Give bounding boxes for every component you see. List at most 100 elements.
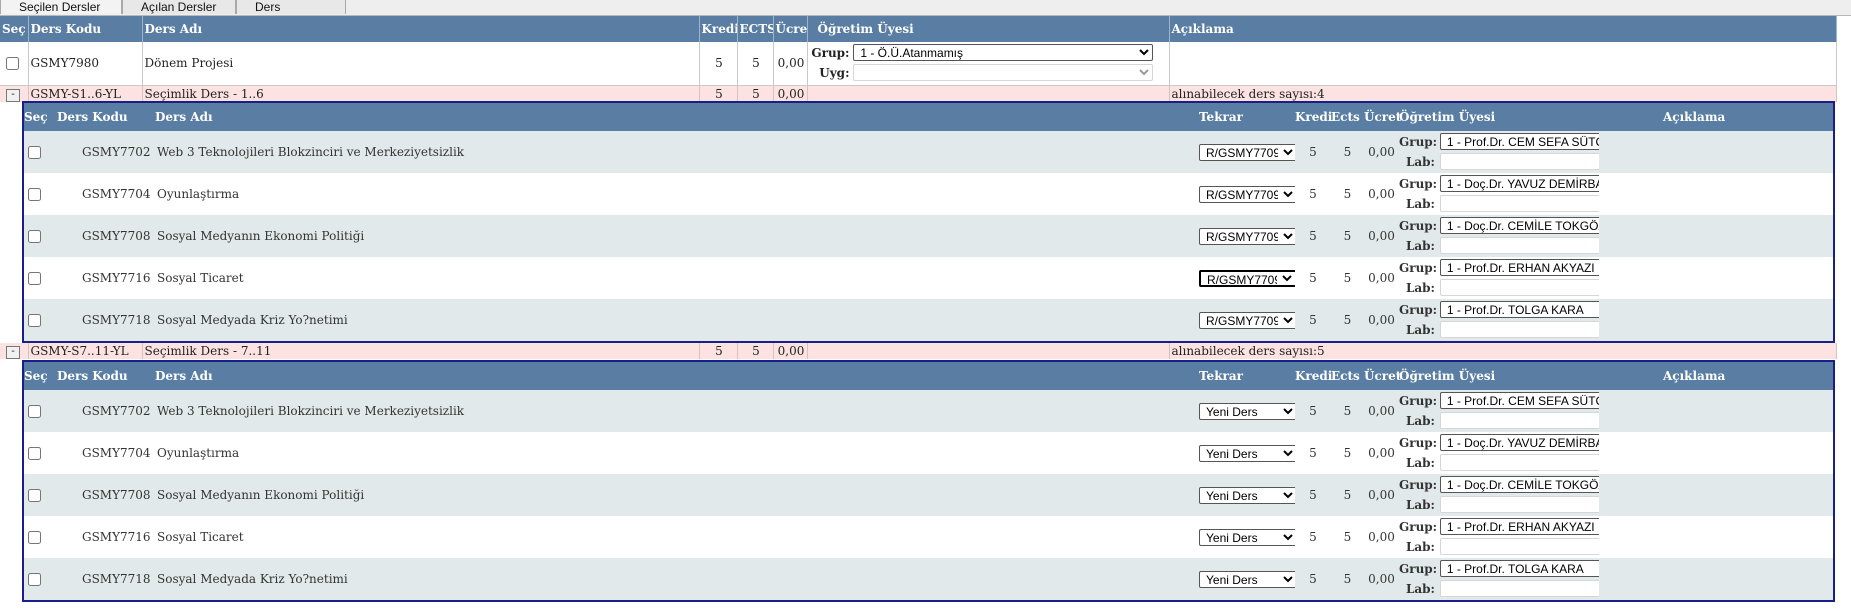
select-checkbox[interactable]: [28, 272, 41, 285]
select-checkbox[interactable]: [28, 531, 41, 544]
course-kredi: 5: [1295, 215, 1331, 257]
select-checkbox[interactable]: [28, 405, 41, 418]
select-checkbox[interactable]: [28, 188, 41, 201]
instructor-cell: Grup: 1 - Doç.Dr. CEMİLE TOKGÖZ ŞA Lab:: [1399, 215, 1599, 257]
course-code: GSMY7708: [44, 474, 155, 516]
lab-select[interactable]: [1439, 496, 1599, 513]
lab-label: Lab:: [1405, 281, 1435, 295]
course-ucret: 0,00: [1364, 516, 1399, 558]
tab-ders-programi[interactable]: Ders Programı: [236, 0, 346, 28]
select-checkbox[interactable]: [28, 489, 41, 502]
tekrar-select[interactable]: R/GSMY7709: [1199, 227, 1295, 245]
course-ects: 5: [1331, 257, 1364, 299]
course-aciklama: [1599, 215, 1833, 257]
grup-select[interactable]: 1 - Ö.Ü.Atanmamış: [853, 44, 1154, 62]
tekrar-select[interactable]: Yeni Ders: [1199, 486, 1295, 504]
course-aciklama: [1599, 299, 1833, 341]
course-name: Sosyal Medyada Kriz Yo?netimi: [155, 299, 1199, 341]
grup-select[interactable]: 1 - Prof.Dr. CEM SEFA SÜTCÜ: [1439, 392, 1599, 409]
course-name: Oyunlaştırma: [155, 432, 1199, 474]
tekrar-select[interactable]: R/GSMY7709: [1199, 185, 1295, 203]
course-aciklama: [1599, 516, 1833, 558]
header-aciklama: Açıklama: [1169, 16, 1837, 42]
grup-select[interactable]: 1 - Doç.Dr. CEMİLE TOKGÖZ ŞA: [1439, 217, 1599, 234]
course-ects: 5: [1331, 474, 1364, 516]
course-kredi: 5: [1295, 390, 1331, 432]
tekrar-select[interactable]: Yeni Ders: [1199, 570, 1295, 588]
header-aciklama: Açıklama: [1599, 362, 1833, 390]
collapse-toggle[interactable]: -: [6, 346, 20, 359]
grup-select[interactable]: 1 - Doç.Dr. YAVUZ DEMİRBAŞ: [1439, 434, 1599, 451]
group-code: GSMY-S7..11-YL: [28, 343, 143, 359]
course-kredi: 5: [1295, 131, 1331, 173]
tab-secilen-dersler[interactable]: Seçilen Dersler: [0, 0, 122, 14]
select-checkbox[interactable]: [28, 146, 41, 159]
grup-select[interactable]: 1 - Prof.Dr. TOLGA KARA: [1439, 560, 1599, 577]
tekrar-select[interactable]: R/GSMY7709: [1199, 143, 1295, 161]
lab-label: Lab:: [1405, 498, 1435, 512]
course-aciklama: [1599, 474, 1833, 516]
select-checkbox[interactable]: [28, 573, 41, 586]
group-ucret: 0,00: [773, 85, 808, 102]
lab-select[interactable]: [1439, 237, 1599, 254]
course-row: GSMY7716 Sosyal Ticaret Yeni Ders 5 5 0,00 Gru…: [24, 516, 1833, 558]
course-aciklama: [1599, 390, 1833, 432]
grup-select[interactable]: 1 - Doç.Dr. CEMİLE TOKGÖZ ŞA: [1439, 476, 1599, 493]
tekrar-select[interactable]: R/GSMY7709: [1199, 311, 1295, 329]
lab-select[interactable]: [1439, 454, 1599, 471]
lab-select[interactable]: [1439, 412, 1599, 429]
collapse-toggle[interactable]: -: [6, 88, 20, 102]
tab-acilan-dersler[interactable]: Açılan Dersler: [122, 0, 236, 14]
grup-select[interactable]: 1 - Prof.Dr. CEM SEFA SÜTCÜ: [1439, 133, 1599, 150]
table-header: Seç Ders Kodu Ders Adı Kredi ECTS Ücret …: [0, 16, 1837, 42]
course-ucret: 0,00: [1364, 390, 1399, 432]
tekrar-select[interactable]: R/GSMY7709: [1199, 269, 1295, 287]
lab-select[interactable]: [1439, 195, 1599, 212]
course-code: GSMY7716: [44, 257, 155, 299]
tekrar-select[interactable]: Yeni Ders: [1199, 528, 1295, 546]
select-checkbox[interactable]: [6, 57, 19, 71]
course-ects: 5: [1331, 173, 1364, 215]
course-name: Dönem Projesi: [142, 42, 700, 86]
select-checkbox[interactable]: [28, 447, 41, 460]
lab-select[interactable]: [1439, 321, 1599, 338]
uyg-select[interactable]: [853, 64, 1154, 82]
course-name: Sosyal Medyanın Ekonomi Politiği: [155, 215, 1199, 257]
course-row: GSMY7718 Sosyal Medyada Kriz Yo?netimi Yen…: [24, 558, 1833, 600]
grup-select[interactable]: 1 - Prof.Dr. ERHAN AKYAZI: [1439, 259, 1599, 276]
grup-select[interactable]: 1 - Doç.Dr. YAVUZ DEMİRBAŞ: [1439, 175, 1599, 192]
instructor-cell: Grup: 1 - Ö.Ü.Atanmamış Uyg:: [807, 42, 1170, 86]
grup-label: Grup:: [1399, 562, 1438, 576]
grup-label: Grup:: [1399, 478, 1438, 492]
course-code: GSMY7702: [44, 390, 155, 432]
instructor-cell: Grup: 1 - Doç.Dr. YAVUZ DEMİRBAŞ Lab:: [1399, 173, 1599, 215]
course-code: GSMY7704: [44, 173, 155, 215]
header-sec: Seç: [24, 362, 48, 390]
select-checkbox[interactable]: [28, 314, 41, 327]
lab-label: Lab:: [1405, 414, 1435, 428]
tekrar-select[interactable]: Yeni Ders: [1199, 444, 1295, 462]
lab-select[interactable]: [1439, 279, 1599, 296]
group-code: GSMY-S1..6-YL: [28, 85, 143, 102]
header-sec: Seç: [24, 103, 48, 131]
instructor-cell: Grup: 1 - Prof.Dr. CEM SEFA SÜTCÜ Lab:: [1399, 131, 1599, 173]
instructor-cell: Grup: 1 - Prof.Dr. CEM SEFA SÜTCÜ Lab:: [1399, 390, 1599, 432]
header-ders-adi: Ders Adı: [155, 362, 1199, 390]
course-name: Sosyal Medyada Kriz Yo?netimi: [155, 558, 1199, 600]
select-checkbox[interactable]: [28, 230, 41, 243]
course-code: GSMY7702: [44, 131, 155, 173]
tekrar-select[interactable]: Yeni Ders: [1199, 402, 1295, 420]
grup-label: Grup:: [1399, 436, 1438, 450]
instructor-cell: Grup: 1 - Prof.Dr. ERHAN AKYAZI Lab:: [1399, 516, 1599, 558]
header-ects: ECTS: [737, 16, 774, 42]
grup-select[interactable]: 1 - Prof.Dr. ERHAN AKYAZI: [1439, 518, 1599, 535]
lab-select[interactable]: [1439, 538, 1599, 555]
grup-select[interactable]: 1 - Prof.Dr. TOLGA KARA: [1439, 301, 1599, 318]
lab-select[interactable]: [1439, 153, 1599, 170]
group-row: - GSMY-S1..6-YL Seçimlik Ders - 1..6 5 5…: [0, 85, 1837, 102]
course-name: Sosyal Medyanın Ekonomi Politiği: [155, 474, 1199, 516]
course-aciklama: [1599, 131, 1833, 173]
header-ders-adi: Ders Adı: [142, 16, 700, 42]
lab-select[interactable]: [1439, 580, 1599, 597]
header-ucret: Ücret: [773, 16, 808, 42]
